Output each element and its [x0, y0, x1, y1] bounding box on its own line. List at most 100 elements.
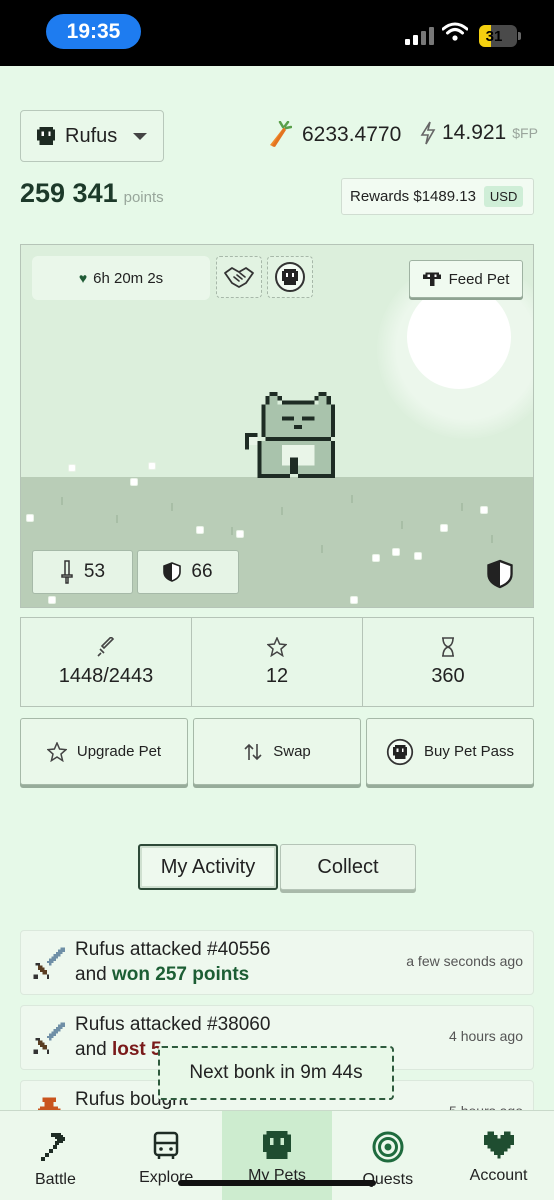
- nav-label: Battle: [34, 1171, 76, 1188]
- nav-quests[interactable]: Quests: [332, 1111, 443, 1200]
- nav-account[interactable]: Account: [443, 1111, 554, 1200]
- target-icon: [372, 1131, 404, 1163]
- carrot-balance: 6233.4770: [266, 121, 401, 149]
- tab-collect[interactable]: Collect: [280, 844, 416, 890]
- handshake-button[interactable]: [216, 256, 262, 298]
- grass: [61, 497, 63, 505]
- nav-battle[interactable]: Battle: [0, 1111, 111, 1200]
- home-indicator: [178, 1180, 376, 1186]
- star-icon: [46, 741, 67, 762]
- points-total: 259 341 points: [20, 178, 164, 209]
- grass: [171, 503, 173, 511]
- grass: [281, 507, 283, 515]
- flower: [481, 507, 487, 513]
- grass: [351, 495, 353, 503]
- flower: [351, 597, 357, 603]
- sword-icon: [33, 1022, 65, 1054]
- stat-value: 12: [265, 664, 289, 687]
- rewards-badge[interactable]: Rewards $1489.13 USD: [341, 178, 534, 215]
- nav-label: Account: [469, 1167, 528, 1184]
- bus-icon: [153, 1131, 179, 1159]
- hammer-icon: [41, 1133, 66, 1161]
- tab-my-activity[interactable]: My Activity: [138, 844, 278, 890]
- skull-badge-icon: [275, 262, 305, 292]
- heart-icon: ♥: [78, 270, 88, 286]
- mushroom-icon: [422, 272, 441, 286]
- flower: [149, 463, 155, 469]
- sun: [407, 285, 511, 389]
- pet-timer: ♥ 6h 20m 2s: [32, 256, 210, 300]
- flower: [415, 553, 421, 559]
- flower: [197, 527, 203, 533]
- shield-icon: [487, 559, 513, 589]
- feed-pet-label: Feed Pet: [448, 270, 510, 288]
- fp-amount: 14.921: [442, 121, 507, 144]
- grass: [491, 535, 493, 543]
- flower: [393, 549, 399, 555]
- carrot-amount: 6233.4770: [302, 123, 402, 146]
- nav-my-pets[interactable]: My Pets: [221, 1111, 333, 1200]
- pet-selector[interactable]: Rufus: [20, 110, 164, 162]
- next-bonk-toast: Next bonk in 9m 44s: [158, 1046, 394, 1100]
- activity-time: 4 hours ago: [449, 1028, 523, 1044]
- bottom-nav: Battle Explore My Pets Quests Account: [0, 1110, 554, 1200]
- upgrade-pet-button[interactable]: Upgrade Pet: [20, 718, 188, 785]
- clock: 19:35: [46, 14, 141, 49]
- buy-pet-pass-label: Buy Pet Pass: [423, 743, 515, 760]
- shield-badge[interactable]: [487, 559, 513, 594]
- activity-line-1: Rufus attacked #40556: [75, 939, 271, 960]
- activity-line-2: and won 257 points: [75, 964, 250, 985]
- activity-result: lost 5: [111, 1039, 162, 1060]
- nav-explore[interactable]: Explore: [111, 1111, 222, 1200]
- activity-item: Rufus attacked #40556 and won 257 points…: [20, 930, 534, 995]
- points-label: points: [123, 189, 164, 206]
- stat-value: 1448/2443: [58, 664, 154, 687]
- stat-cell-energy: 1448/2443: [21, 618, 192, 706]
- sword-icon: [61, 560, 73, 584]
- swap-label: Swap: [273, 743, 311, 760]
- grass: [461, 503, 463, 511]
- pet-cat-sprite[interactable]: [245, 391, 343, 483]
- skull-button[interactable]: [267, 256, 313, 298]
- pet-skull-icon: [262, 1131, 291, 1159]
- grass: [231, 527, 233, 535]
- flower: [69, 465, 75, 471]
- swap-arrows-icon: [244, 743, 262, 760]
- activity-result: won 257 points: [111, 964, 250, 985]
- pet-scene: ♥ 6h 20m 2s Feed Pet 53 66: [20, 244, 534, 608]
- flower: [441, 525, 447, 531]
- activity-time: a few seconds ago: [406, 953, 523, 969]
- carrot-icon: [270, 121, 292, 147]
- stat-value: 360: [431, 664, 465, 687]
- fp-balance: 14.921 $FP: [420, 121, 538, 145]
- grass: [321, 545, 323, 553]
- activity-line-1: Rufus attacked #38060: [75, 1014, 271, 1035]
- star-icon: [267, 636, 287, 657]
- battery-icon: 31: [479, 25, 517, 47]
- stat-cell-stars: 12: [192, 618, 363, 706]
- activity-line-2: and lost 5: [75, 1039, 162, 1060]
- flower: [131, 479, 137, 485]
- flower: [237, 531, 243, 537]
- rewards-label: Rewards $1489.13: [350, 188, 476, 205]
- grass: [401, 521, 403, 529]
- shield-icon: [163, 562, 182, 582]
- hourglass-icon: [442, 636, 454, 657]
- swap-button[interactable]: Swap: [193, 718, 361, 785]
- chevron-down-icon: [133, 132, 148, 140]
- buy-pet-pass-button[interactable]: Buy Pet Pass: [366, 718, 534, 785]
- attack-value: 53: [83, 561, 106, 582]
- pet-name: Rufus: [65, 124, 118, 147]
- handshake-icon: [224, 267, 254, 288]
- defense-stat: 66: [137, 550, 239, 594]
- heart-icon: [483, 1131, 514, 1159]
- skull-badge-icon: [386, 738, 414, 765]
- feed-pet-button[interactable]: Feed Pet: [409, 260, 523, 298]
- rewards-currency: USD: [483, 186, 524, 207]
- stat-cell-age: 360: [363, 618, 533, 706]
- grass: [116, 515, 118, 523]
- flower: [27, 515, 33, 521]
- upgrade-pet-label: Upgrade Pet: [76, 743, 162, 760]
- flower: [373, 555, 379, 561]
- battery-percent: 31: [485, 27, 503, 45]
